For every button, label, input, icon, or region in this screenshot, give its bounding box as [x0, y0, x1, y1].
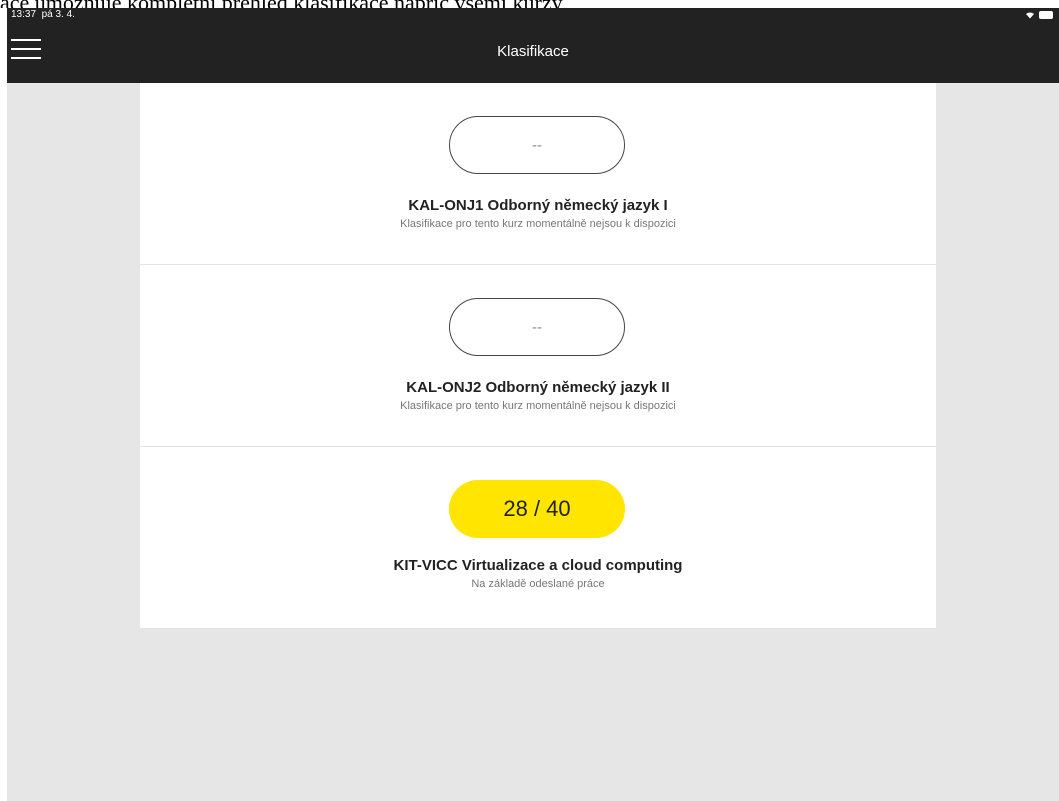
status-time: 13:37 [11, 9, 37, 20]
course-title: KIT-VICC Virtualizace a cloud computing [393, 557, 683, 574]
grade-value: -- [532, 318, 542, 336]
status-indicators [1025, 10, 1053, 19]
grades-list: -- KAL-ONJ1 Odborný německý jazyk I Klas… [140, 83, 936, 629]
course-subtitle: Klasifikace pro tento kurz momentálně ne… [400, 400, 676, 412]
course-card[interactable]: 28 / 40 KIT-VICC Virtualizace a cloud co… [140, 447, 936, 629]
course-card[interactable]: -- KAL-ONJ1 Odborný německý jazyk I Klas… [140, 83, 936, 265]
grade-badge[interactable]: 28 / 40 [449, 480, 625, 538]
course-card[interactable]: -- KAL-ONJ2 Odborný německý jazyk II Kla… [140, 265, 936, 447]
course-title: KAL-ONJ2 Odborný německý jazyk II [406, 379, 670, 396]
grade-badge[interactable]: -- [449, 116, 625, 174]
hamburger-menu-icon-line [11, 39, 41, 41]
grade-badge[interactable]: -- [449, 298, 625, 356]
status-bar: 13:37 pá 3. 4. [7, 8, 1059, 21]
grade-value: -- [532, 136, 542, 154]
status-time-date: 13:37 pá 3. 4. [11, 8, 75, 21]
course-subtitle: Klasifikace pro tento kurz momentálně ne… [400, 218, 676, 230]
status-date: pá 3. 4. [41, 9, 75, 20]
app-screen: 13:37 pá 3. 4. Klasifikace -- KAL-ONJ1 O… [7, 8, 1059, 801]
top-navigation-bar: Klasifikace [7, 21, 1059, 83]
course-title: KAL-ONJ1 Odborný německý jazyk I [408, 197, 668, 214]
wifi-icon [1026, 12, 1034, 19]
grade-value: 28 / 40 [503, 496, 571, 521]
course-subtitle: Na základě odeslané práce [471, 578, 605, 590]
document-caption: ace umožňuje kompletní přehled klasifika… [0, 0, 1059, 8]
battery-icon [1039, 10, 1053, 19]
page-title: Klasifikace [497, 43, 569, 60]
